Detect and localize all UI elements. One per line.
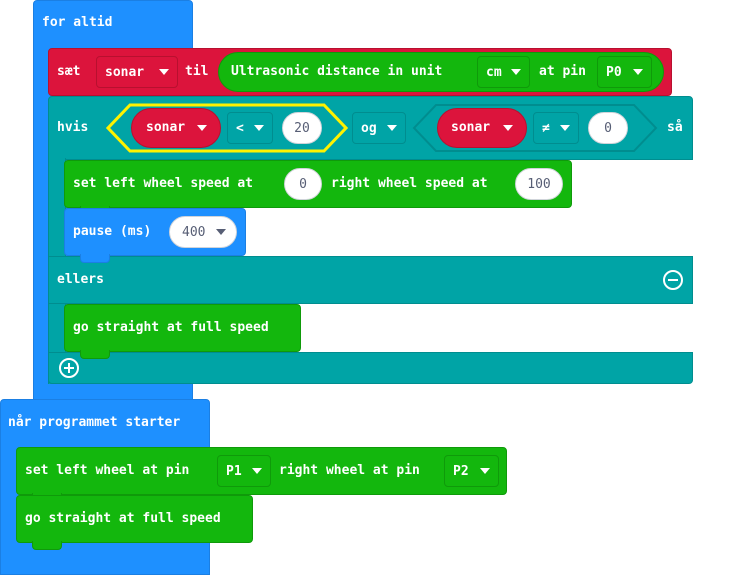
chevron-down-icon: [560, 125, 570, 131]
right-speed-input[interactable]: 100: [515, 168, 563, 200]
ultrasonic-label: Ultrasonic distance in unit: [231, 64, 443, 79]
plus-circle-icon[interactable]: [59, 358, 79, 378]
chevron-down-icon: [503, 125, 513, 131]
left-speed-input[interactable]: 0: [284, 168, 322, 200]
right-pin-dropdown[interactable]: P2: [444, 455, 499, 487]
if-else-block-bottom[interactable]: [48, 352, 693, 384]
pause-label: pause (ms): [73, 224, 152, 239]
logic-operator-dropdown[interactable]: og: [352, 112, 406, 144]
chevron-down-icon: [480, 468, 490, 474]
number-input-20[interactable]: 20: [282, 112, 322, 144]
operator-dropdown-not-equal[interactable]: ≠: [533, 112, 579, 144]
chevron-down-icon: [254, 125, 264, 131]
at-pin-label: at pin: [539, 64, 586, 79]
left-wheel-pin-label: set left wheel at pin: [25, 463, 190, 478]
if-label: hvis: [57, 120, 89, 135]
set-label: sæt: [57, 64, 81, 79]
left-pin-dropdown[interactable]: P1: [217, 455, 271, 487]
right-wheel-pin-label: right wheel at pin: [279, 463, 420, 478]
chevron-down-icon: [633, 69, 643, 75]
go-straight-start-label: go straight at full speed: [25, 511, 221, 526]
chevron-down-icon: [511, 69, 521, 75]
chevron-down-icon: [387, 125, 397, 131]
operator-dropdown-less[interactable]: <: [227, 112, 273, 144]
minus-circle-icon[interactable]: [663, 270, 683, 290]
variable-dropdown-sonar[interactable]: sonar: [96, 56, 178, 88]
to-label: til: [185, 64, 209, 79]
block-notch: [80, 254, 110, 263]
chevron-down-icon: [197, 125, 207, 131]
sonar-left-label: sonar: [146, 120, 186, 135]
go-straight-label: go straight at full speed: [73, 320, 269, 335]
pin-dropdown-p0[interactable]: P0: [597, 56, 652, 88]
chevron-down-icon: [159, 69, 169, 75]
block-notch: [32, 541, 62, 550]
pause-duration-dropdown[interactable]: 400: [169, 216, 237, 248]
block-notch: [80, 350, 110, 359]
unit-dropdown[interactable]: cm: [477, 56, 530, 88]
if-else-block-else-bar[interactable]: [48, 256, 693, 304]
chevron-down-icon: [252, 468, 262, 474]
forever-label: for altid: [42, 15, 113, 30]
on-start-label: når programmet starter: [8, 415, 181, 430]
then-label: så: [667, 120, 683, 135]
chevron-down-icon: [216, 229, 226, 235]
else-label: ellers: [57, 272, 104, 287]
left-wheel-speed-label: set left wheel speed at: [73, 176, 254, 191]
right-wheel-speed-label: right wheel speed at: [331, 176, 488, 191]
number-input-0-right[interactable]: 0: [588, 112, 628, 144]
sonar-right-label: sonar: [451, 120, 491, 135]
